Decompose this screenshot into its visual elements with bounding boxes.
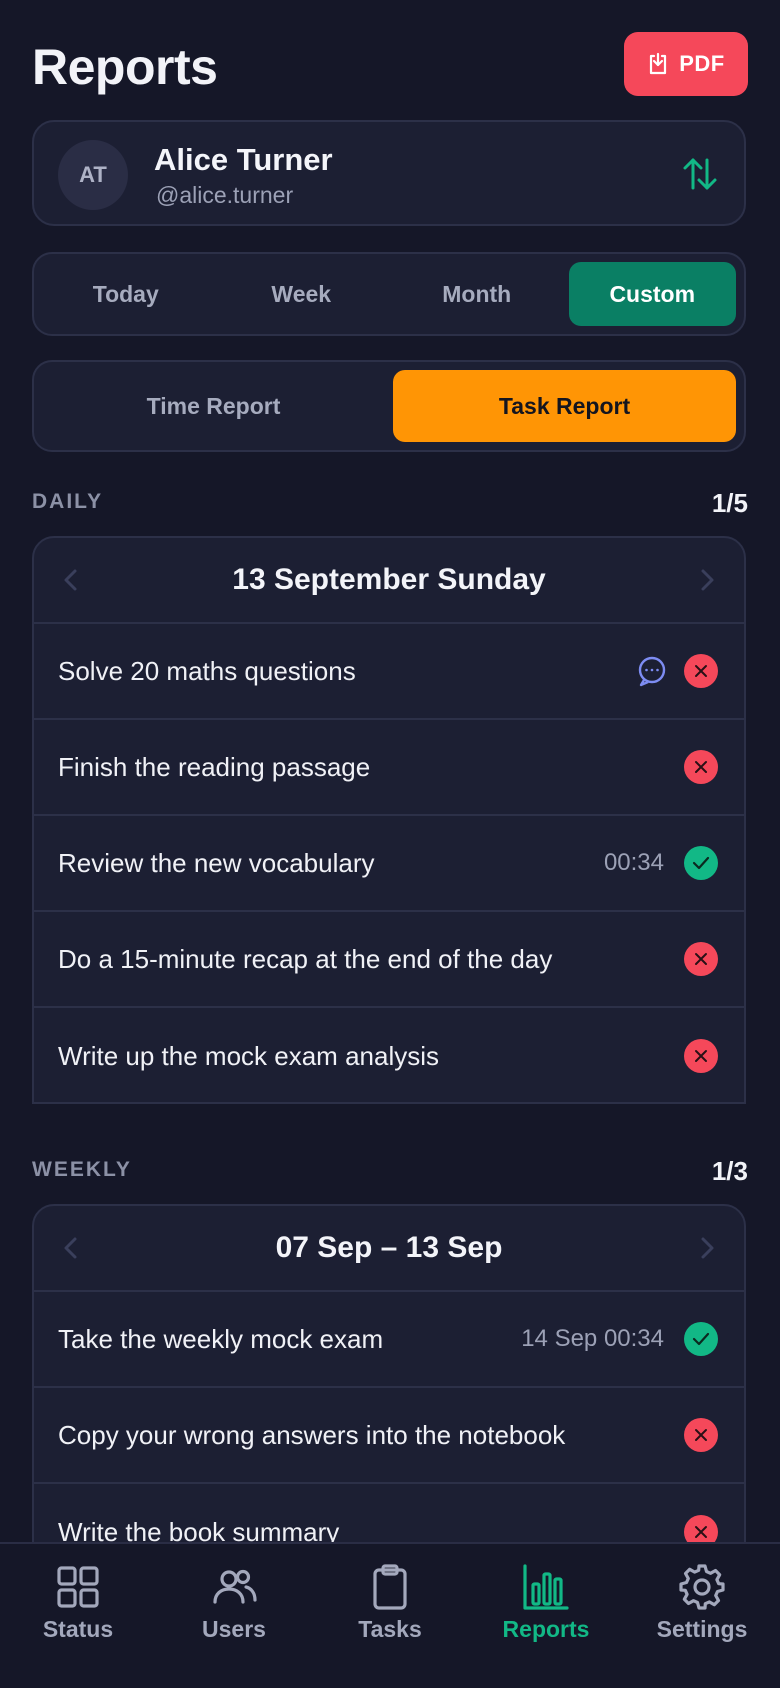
list-item[interactable]: Take the weekly mock exam 14 Sep 00:34	[34, 1292, 744, 1388]
tab-week[interactable]: Week	[218, 262, 386, 326]
bottom-tab-bar: Status Users Tasks Reports Settings	[0, 1542, 780, 1688]
list-item[interactable]: Write up the mock exam analysis	[34, 1008, 744, 1102]
task-text: Review the new vocabulary	[58, 847, 375, 878]
task-text: Copy your wrong answers into the noteboo…	[58, 1419, 566, 1450]
weekly-section-label: WEEKLY	[32, 1158, 132, 1181]
failed-status-icon	[684, 942, 718, 976]
daily-date-navigator: 13 September Sunday	[34, 538, 744, 624]
tab-task-report[interactable]: Task Report	[393, 370, 736, 442]
page-title: Reports	[32, 39, 218, 95]
tab-settings[interactable]: Settings	[624, 1544, 780, 1688]
pdf-label: PDF	[679, 51, 725, 76]
failed-status-icon	[684, 654, 718, 688]
tab-tasks[interactable]: Tasks	[312, 1544, 468, 1688]
list-item[interactable]: Review the new vocabulary 00:34	[34, 816, 744, 912]
tab-label: Settings	[656, 1616, 748, 1642]
weekly-date-navigator: 07 Sep – 13 Sep	[34, 1206, 744, 1292]
daily-task-list: 13 September Sunday Solve 20 maths quest…	[32, 536, 746, 1104]
user-name: Alice Turner	[154, 142, 333, 177]
list-item[interactable]: Finish the reading passage	[34, 720, 744, 816]
tab-label: Reports	[502, 1616, 590, 1642]
task-text: Do a 15-minute recap at the end of the d…	[58, 943, 553, 974]
list-item[interactable]: Do a 15-minute recap at the end of the d…	[34, 912, 744, 1008]
chevron-left-icon[interactable]	[56, 565, 86, 595]
tab-month[interactable]: Month	[393, 262, 561, 326]
list-item[interactable]: Copy your wrong answers into the noteboo…	[34, 1388, 744, 1484]
pdf-export-button[interactable]: PDF	[624, 32, 748, 96]
failed-status-icon	[684, 1039, 718, 1073]
clipboard-icon	[373, 1564, 407, 1610]
tab-label: Status	[42, 1616, 114, 1642]
download-icon	[650, 52, 667, 75]
daily-page-count: 1/5	[711, 488, 748, 518]
chevron-right-icon[interactable]	[692, 1233, 722, 1263]
completed-status-icon	[684, 846, 718, 880]
avatar: AT	[58, 140, 128, 210]
gear-icon	[679, 1564, 725, 1610]
daily-section-label: DAILY	[32, 490, 104, 513]
chevron-left-icon[interactable]	[56, 1233, 86, 1263]
chevron-right-icon[interactable]	[692, 565, 722, 595]
comment-icon[interactable]	[636, 655, 668, 687]
bar-chart-icon	[523, 1564, 569, 1610]
grid-icon	[57, 1566, 99, 1608]
completed-status-icon	[684, 1322, 718, 1356]
tab-label: Tasks	[358, 1616, 422, 1642]
task-text: Solve 20 maths questions	[58, 655, 356, 686]
users-icon	[213, 1569, 257, 1604]
user-handle: @alice.turner	[156, 182, 294, 208]
tab-custom[interactable]: Custom	[568, 262, 736, 326]
task-text: Finish the reading passage	[58, 751, 371, 782]
tab-users[interactable]: Users	[156, 1544, 312, 1688]
header: Reports PDF	[32, 30, 748, 96]
tab-today[interactable]: Today	[42, 262, 210, 326]
task-text: Take the weekly mock exam	[58, 1323, 384, 1354]
task-duration: 00:34	[603, 849, 664, 876]
daily-date: 13 September Sunday	[232, 563, 546, 596]
list-item[interactable]: Solve 20 maths questions	[34, 624, 744, 720]
tab-reports[interactable]: Reports	[468, 1544, 624, 1688]
report-type-selector: Time Report Task Report	[32, 360, 746, 452]
task-completed-time: 14 Sep 00:34	[521, 1325, 664, 1352]
tab-label: Users	[202, 1616, 266, 1642]
failed-status-icon	[684, 1418, 718, 1452]
tab-time-report[interactable]: Time Report	[42, 370, 385, 442]
task-text: Write up the mock exam analysis	[58, 1040, 439, 1071]
weekly-page-count: 1/3	[711, 1156, 748, 1186]
user-card[interactable]: AT Alice Turner @alice.turner	[32, 120, 746, 226]
period-selector: Today Week Month Custom	[32, 252, 746, 336]
tab-status[interactable]: Status	[0, 1544, 156, 1688]
swap-vertical-icon[interactable]	[680, 154, 720, 194]
weekly-date-range: 07 Sep – 13 Sep	[275, 1231, 503, 1264]
failed-status-icon	[684, 750, 718, 784]
